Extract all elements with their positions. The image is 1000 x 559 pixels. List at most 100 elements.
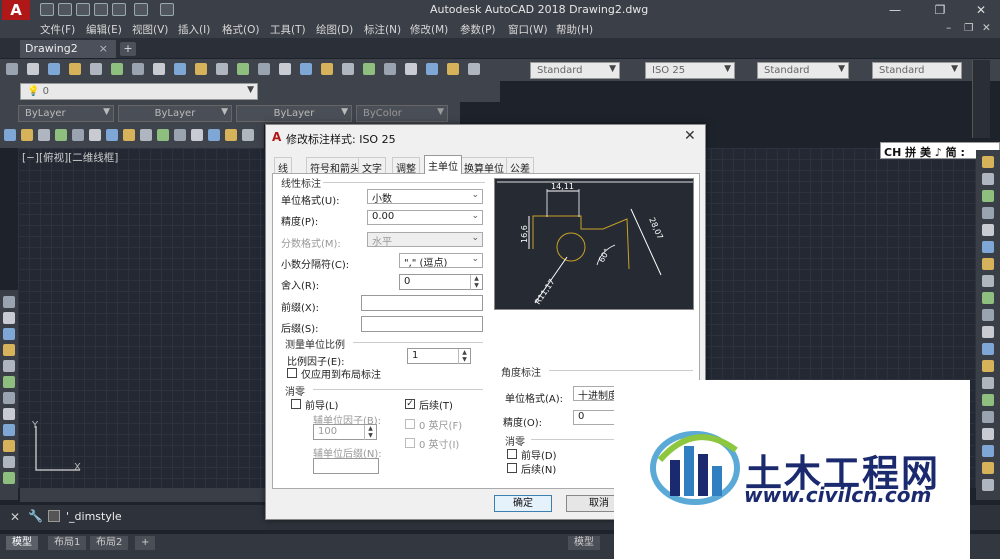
tab-drawing2[interactable]: Drawing2 ×: [20, 40, 116, 58]
spinner-icon[interactable]: ▲ ▼: [458, 349, 470, 364]
menu-parameters[interactable]: 参数(P): [460, 22, 496, 37]
close-tab-icon[interactable]: ×: [99, 42, 108, 55]
dim-baseline-icon[interactable]: [157, 129, 169, 141]
dim-quick-icon[interactable]: [140, 129, 152, 141]
dim-aligned-icon[interactable]: [21, 129, 33, 141]
trailing-zero-checkbox[interactable]: ✓: [405, 399, 415, 409]
menu-dimension[interactable]: 标注(N): [364, 22, 401, 37]
model-space-button[interactable]: 模型: [568, 536, 600, 550]
close-window-button[interactable]: ✕: [966, 2, 996, 18]
dim-arc-length-icon[interactable]: [38, 129, 50, 141]
menu-insert[interactable]: 插入(I): [178, 22, 210, 37]
modify-tool-icon[interactable]: [982, 241, 994, 253]
modify-tool-icon[interactable]: [982, 462, 994, 474]
add-layout-button[interactable]: +: [135, 536, 156, 550]
dim-center-mark-icon[interactable]: [242, 129, 254, 141]
menu-format[interactable]: 格式(O): [222, 22, 259, 37]
tab-lines[interactable]: 线: [274, 157, 292, 175]
dim-angular-icon[interactable]: [123, 129, 135, 141]
menu-tools[interactable]: 工具(T): [270, 22, 306, 37]
tab-model[interactable]: 模型: [6, 536, 38, 550]
dim-jogged-icon[interactable]: [89, 129, 101, 141]
sub-unit-factor-input[interactable]: 100 ▲ ▼: [313, 424, 377, 440]
ok-button[interactable]: 确定: [494, 495, 552, 512]
decimal-separator-select[interactable]: "," (逗点) ⌄: [399, 253, 483, 268]
dim-break-icon[interactable]: [208, 129, 220, 141]
modify-tool-icon[interactable]: [982, 377, 994, 389]
print-icon[interactable]: [69, 63, 81, 75]
modify-tool-icon[interactable]: [982, 394, 994, 406]
menu-help[interactable]: 帮助(H): [556, 22, 593, 37]
tool-palettes-icon[interactable]: [384, 63, 396, 75]
dim-diameter-icon[interactable]: [106, 129, 118, 141]
lineweight-combo[interactable]: ByLayer ▼: [236, 105, 352, 122]
suffix-input[interactable]: [361, 316, 483, 332]
dim-tolerance-icon[interactable]: [225, 129, 237, 141]
save-icon[interactable]: [76, 3, 90, 16]
modify-tool-icon[interactable]: [982, 343, 994, 355]
modify-tool-icon[interactable]: [982, 411, 994, 423]
redo-icon[interactable]: [160, 3, 174, 16]
modify-tool-icon[interactable]: [982, 190, 994, 202]
fraction-format-select[interactable]: 水平 ⌄: [367, 232, 483, 247]
layout-only-checkbox[interactable]: [287, 368, 297, 378]
tab-tolerances[interactable]: 公差: [506, 157, 534, 175]
menu-draw[interactable]: 绘图(D): [316, 22, 353, 37]
modify-tool-icon[interactable]: [982, 207, 994, 219]
menu-restore-icon[interactable]: ❐: [964, 22, 973, 34]
modify-tool-icon[interactable]: [982, 224, 994, 236]
design-center-icon[interactable]: [363, 63, 375, 75]
color-combo[interactable]: ByLayer ▼: [18, 105, 114, 122]
precision-select[interactable]: 0.00 ⌄: [367, 210, 483, 225]
save-icon[interactable]: [48, 63, 60, 75]
dim-linear-icon[interactable]: [4, 129, 16, 141]
pan-icon[interactable]: [258, 63, 270, 75]
tab-alternate-units[interactable]: 换算单位: [460, 157, 508, 175]
help-icon[interactable]: [468, 63, 480, 75]
paste-icon[interactable]: [174, 63, 186, 75]
menu-view[interactable]: 视图(V): [132, 22, 168, 37]
autocad-logo-icon[interactable]: A: [2, 0, 30, 20]
dim-radius-icon[interactable]: [72, 129, 84, 141]
new-icon[interactable]: [40, 3, 54, 16]
menu-window[interactable]: 窗口(W): [508, 22, 548, 37]
multileader-style-combo[interactable]: Standard ▼: [872, 62, 962, 79]
zoom-window-icon[interactable]: [300, 63, 312, 75]
tab-text[interactable]: 文字: [358, 157, 386, 175]
match-icon[interactable]: [195, 63, 207, 75]
wrench-icon[interactable]: 🔧: [28, 509, 43, 523]
minimize-button[interactable]: —: [880, 2, 910, 18]
dim-continue-icon[interactable]: [174, 129, 186, 141]
unit-format-select[interactable]: 小数 ⌄: [367, 189, 483, 204]
plot-icon[interactable]: [112, 3, 126, 16]
menu-edit[interactable]: 编辑(E): [86, 22, 122, 37]
tab-layout1[interactable]: 布局1: [48, 536, 87, 550]
modify-tool-icon[interactable]: [982, 275, 994, 287]
restore-button[interactable]: ❐: [925, 2, 955, 18]
draw-tool-icon[interactable]: [3, 392, 15, 404]
menu-minimize-icon[interactable]: –: [946, 22, 951, 34]
undo-icon[interactable]: [216, 63, 228, 75]
menu-close-icon[interactable]: ✕: [982, 22, 991, 34]
close-command-icon[interactable]: ✕: [10, 510, 20, 524]
feet-checkbox[interactable]: [405, 419, 415, 429]
menu-modify[interactable]: 修改(M): [410, 22, 448, 37]
tab-symbols-arrows[interactable]: 符号和箭头: [306, 157, 364, 175]
table-style-combo[interactable]: Standard ▼: [757, 62, 849, 79]
angular-trailing-checkbox[interactable]: [507, 463, 517, 473]
draw-tool-icon[interactable]: [3, 424, 15, 436]
modify-tool-icon[interactable]: [982, 156, 994, 168]
calc-icon[interactable]: [447, 63, 459, 75]
undo-icon[interactable]: [134, 3, 148, 16]
modify-tool-icon[interactable]: [982, 258, 994, 270]
draw-tool-icon[interactable]: [3, 328, 15, 340]
modify-tool-icon[interactable]: [982, 173, 994, 185]
angular-leading-checkbox[interactable]: [507, 449, 517, 459]
command-input[interactable]: '_dimstyle: [66, 510, 122, 523]
dim-space-icon[interactable]: [191, 129, 203, 141]
zoom-realtime-icon[interactable]: [279, 63, 291, 75]
modify-tool-icon[interactable]: [982, 309, 994, 321]
modify-tool-icon[interactable]: [982, 326, 994, 338]
menu-file[interactable]: 文件(F): [40, 22, 75, 37]
cut-icon[interactable]: [132, 63, 144, 75]
